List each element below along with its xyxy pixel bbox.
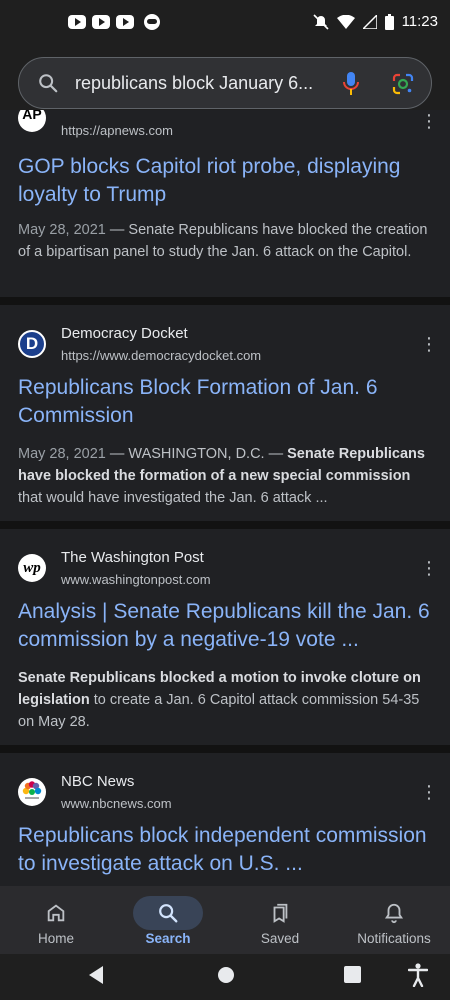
- nav-notifications-label: Notifications: [357, 931, 431, 946]
- nav-home-label: Home: [37, 931, 74, 946]
- result-card-nbcnews[interactable]: NBC News www.nbcnews.com ⋮ Republicans b…: [0, 753, 450, 886]
- accessibility-icon[interactable]: [408, 963, 428, 987]
- home-icon: [47, 904, 65, 922]
- nav-saved-label: Saved: [260, 931, 300, 946]
- result-snippet: May 28, 2021 — Senate Republicans have b…: [18, 222, 428, 260]
- result-snippet: May 28, 2021 — WASHINGTON, D.C. — Senate…: [18, 446, 425, 506]
- status-bar: 11:23: [0, 0, 450, 46]
- result-card-democracydocket[interactable]: D Democracy Docket https://www.democracy…: [0, 305, 450, 521]
- home-button-icon[interactable]: [217, 966, 235, 984]
- notification-icons: [68, 14, 160, 30]
- nav-search[interactable]: Search: [112, 886, 224, 954]
- result-title[interactable]: Republicans block independent commission…: [18, 822, 438, 878]
- nav-saved[interactable]: Saved: [224, 886, 336, 954]
- youtube-icon: [92, 15, 110, 29]
- mute-icon: [312, 13, 329, 30]
- result-title[interactable]: Analysis | Senate Republicans kill the J…: [18, 598, 438, 654]
- divider: [0, 297, 450, 305]
- more-options-icon[interactable]: ⋮: [420, 112, 438, 130]
- youtube-icon: [68, 15, 86, 29]
- result-url[interactable]: www.nbcnews.com: [61, 796, 172, 811]
- result-title[interactable]: Republicans Block Formation of Jan. 6 Co…: [18, 374, 438, 430]
- result-card-apnews[interactable]: AP https://apnews.com ⋮ GOP blocks Capit…: [0, 110, 450, 297]
- result-site-name: Democracy Docket: [61, 325, 188, 342]
- recents-icon[interactable]: [344, 966, 361, 983]
- result-url[interactable]: www.washingtonpost.com: [61, 572, 211, 587]
- divider: [0, 745, 450, 753]
- signal-icon: [362, 14, 377, 29]
- result-url[interactable]: https://www.democracydocket.com: [61, 348, 261, 363]
- clock: 11:23: [401, 13, 438, 30]
- nav-home[interactable]: Home: [0, 886, 112, 954]
- result-site-name: NBC News: [61, 773, 135, 790]
- search-results: AP https://apnews.com ⋮ GOP blocks Capit…: [0, 110, 450, 886]
- result-card-washingtonpost[interactable]: wp The Washington Post www.washingtonpos…: [0, 529, 450, 745]
- back-icon[interactable]: [87, 965, 105, 985]
- more-options-icon[interactable]: ⋮: [420, 559, 438, 577]
- wifi-icon: [336, 14, 355, 29]
- panda-app-icon: [144, 14, 160, 30]
- google-lens-icon[interactable]: [391, 72, 415, 96]
- democracy-docket-favicon: D: [18, 330, 46, 358]
- divider: [0, 521, 450, 529]
- nav-notifications[interactable]: Notifications: [338, 886, 450, 954]
- search-input[interactable]: republicans block January 6...: [75, 73, 325, 94]
- battery-icon: [384, 13, 394, 30]
- youtube-icon: [116, 15, 134, 29]
- result-snippet: Senate Republicans blocked a motion to i…: [18, 670, 421, 730]
- microphone-icon[interactable]: [341, 71, 361, 97]
- result-site-name: The Washington Post: [61, 549, 204, 566]
- result-title[interactable]: GOP blocks Capitol riot probe, displayin…: [18, 153, 438, 209]
- result-url[interactable]: https://apnews.com: [61, 123, 173, 138]
- washington-post-favicon: wp: [18, 554, 46, 582]
- more-options-icon[interactable]: ⋮: [420, 335, 438, 353]
- system-navigation-bar: [0, 954, 450, 1000]
- more-options-icon[interactable]: ⋮: [420, 783, 438, 801]
- search-icon: [159, 904, 178, 923]
- apnews-favicon: AP: [18, 110, 46, 132]
- search-bar[interactable]: republicans block January 6...: [18, 57, 432, 109]
- nbc-peacock-icon: [18, 778, 46, 806]
- bell-icon: [384, 903, 404, 924]
- bottom-navigation: Home Search Saved Notifications: [0, 886, 450, 954]
- nav-search-label: Search: [145, 931, 191, 946]
- saved-icon: [273, 903, 288, 923]
- search-icon: [39, 74, 58, 93]
